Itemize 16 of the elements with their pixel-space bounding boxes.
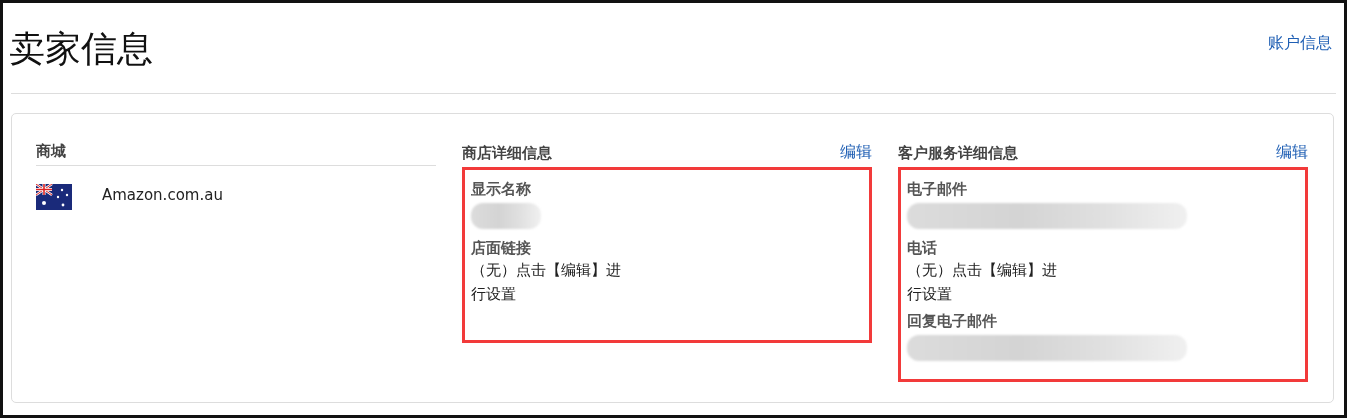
field-value: （无）点击【编辑】进行设置: [907, 260, 1058, 305]
field-label: 店面链接: [471, 239, 532, 258]
field-label: 电话: [907, 239, 938, 258]
edit-link[interactable]: 编辑: [1276, 142, 1308, 163]
edit-link[interactable]: 编辑: [840, 142, 872, 163]
field-value: （无）点击【编辑】进行设置: [471, 260, 622, 305]
column-heading: 商店详细信息: [462, 144, 552, 163]
column-heading: 客户服务详细信息: [898, 144, 1018, 163]
column-heading: 商城: [36, 142, 436, 166]
field-label: 回复电子邮件: [907, 312, 998, 331]
field-label: 电子邮件: [907, 180, 968, 199]
account-info-link[interactable]: 账户信息: [1268, 33, 1332, 54]
page-title: 卖家信息: [9, 27, 153, 71]
marketplace-name: Amazon.com.au: [102, 185, 223, 204]
field-label: 显示名称: [471, 180, 532, 199]
flag-icon: [36, 184, 72, 210]
